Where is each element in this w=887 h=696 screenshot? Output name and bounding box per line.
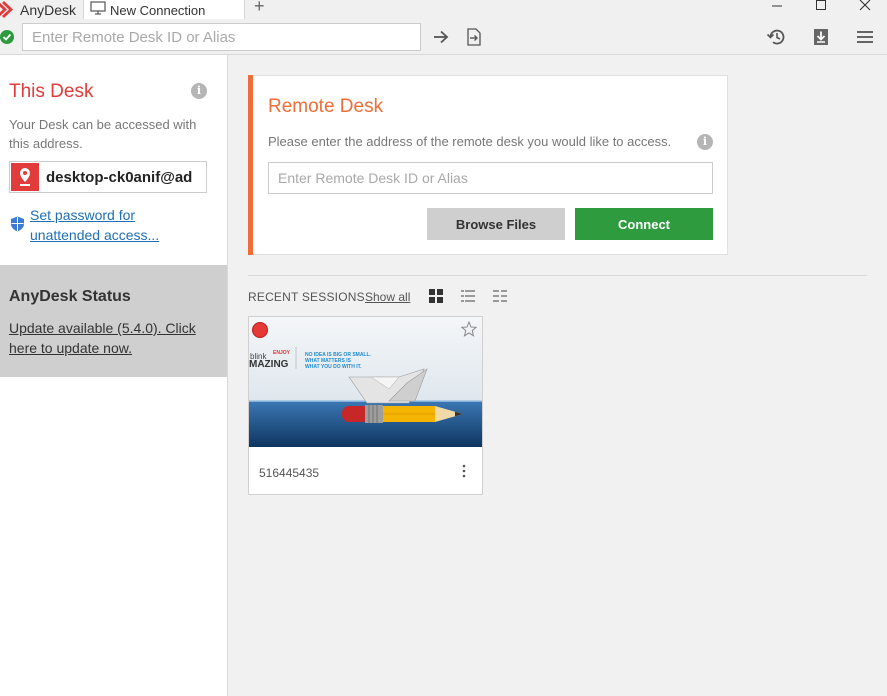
connection-status-icon [0, 30, 14, 44]
minimize-button[interactable] [762, 0, 792, 15]
shield-icon [10, 216, 25, 237]
history-icon[interactable] [766, 27, 786, 47]
app-name: AnyDesk [20, 1, 77, 18]
status-title: AnyDesk Status [9, 288, 131, 305]
compact-view-icon[interactable] [493, 289, 507, 303]
monitor-icon [90, 0, 106, 20]
close-button[interactable] [850, 0, 880, 15]
session-card[interactable]: blink ENJOY MAZING NO IDEA IS BIG OR SMA… [248, 316, 483, 495]
this-desk-title: This Desk [9, 81, 94, 102]
info-icon[interactable]: i [697, 134, 713, 150]
card-accent-bar [248, 75, 253, 255]
recording-indicator-icon [252, 322, 268, 338]
remote-desk-card: Remote Desk Please enter the address of … [248, 75, 728, 255]
toolbar [0, 19, 887, 55]
remote-desk-title: Remote Desk [268, 96, 384, 117]
list-view-icon[interactable] [461, 289, 475, 303]
address-input[interactable] [22, 23, 421, 51]
sidebar: This Desk i Your Desk can be accessed wi… [0, 55, 228, 696]
set-password-link[interactable]: Set password for unattended access... [30, 205, 180, 245]
remote-desk-description: Please enter the address of the remote d… [268, 134, 672, 149]
remote-address-input[interactable] [268, 162, 713, 194]
title-bar: AnyDesk New Connection + [0, 0, 887, 20]
anydesk-logo-icon [0, 0, 16, 19]
session-thumbnail[interactable]: blink ENJOY MAZING NO IDEA IS BIG OR SMA… [249, 317, 482, 447]
desk-address: desktop-ck0anif@ad [46, 169, 193, 186]
desk-description: Your Desk can be accessed with this addr… [9, 117, 197, 151]
status-panel: AnyDesk Status Update available (5.4.0).… [0, 265, 227, 377]
connect-button[interactable]: Connect [575, 208, 713, 240]
desk-address-box[interactable]: desktop-ck0anif@ad [9, 161, 207, 193]
star-icon[interactable] [460, 320, 478, 342]
tab-label: New Connection [110, 2, 206, 18]
add-tab-button[interactable]: + [254, 0, 265, 15]
thumb-title: MAZING [249, 359, 289, 370]
session-id: 516445435 [259, 466, 320, 480]
thumb-tagline-3: WHAT YOU DO WITH IT. [305, 364, 362, 370]
arrow-right-icon[interactable] [431, 27, 451, 47]
more-options-icon[interactable] [457, 463, 471, 481]
download-icon[interactable] [811, 27, 831, 47]
update-link[interactable]: Update available (5.4.0). Click here to … [9, 318, 221, 358]
info-icon[interactable]: i [191, 83, 207, 99]
anydesk-badge-icon [11, 163, 39, 191]
menu-icon[interactable] [855, 27, 875, 47]
app-tab[interactable]: AnyDesk [0, 0, 76, 19]
thumb-brand-suffix: ENJOY [273, 350, 291, 356]
browse-files-button[interactable]: Browse Files [427, 208, 565, 240]
recent-sessions-label: RECENT SESSIONS [248, 290, 365, 304]
file-transfer-icon[interactable] [464, 27, 484, 47]
tab-new-connection[interactable]: New Connection [83, 0, 245, 20]
show-all-link[interactable]: Show all [365, 290, 410, 304]
section-divider [248, 275, 867, 276]
grid-view-icon[interactable] [429, 289, 443, 303]
maximize-button[interactable] [806, 0, 836, 15]
